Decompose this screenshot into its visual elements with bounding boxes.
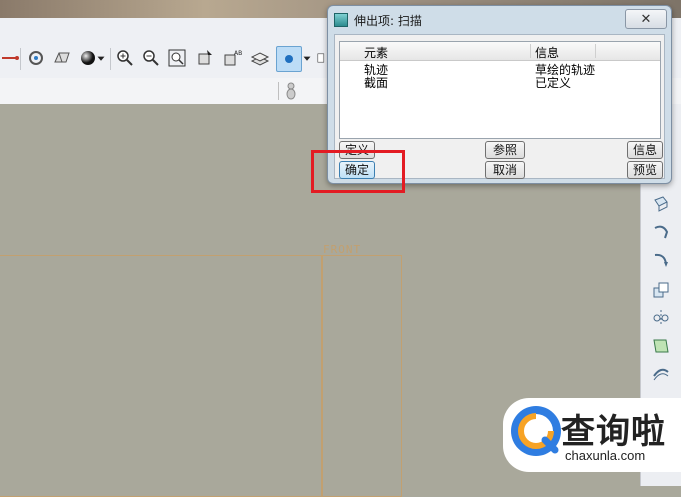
ok-highlight-box — [311, 150, 405, 193]
cancel-button[interactable]: 取消 — [485, 161, 525, 179]
table-row[interactable]: 截面 已定义 — [340, 77, 660, 90]
sweep-icon[interactable] — [649, 248, 673, 272]
app-icon — [334, 13, 348, 27]
preview-button[interactable]: 预览 — [627, 161, 663, 179]
watermark-text: 查询啦 — [561, 412, 666, 452]
blend-icon[interactable] — [649, 278, 673, 302]
refs-button[interactable]: 参照 — [485, 141, 525, 159]
toolbar-divider — [110, 48, 111, 70]
column-header-element: 元素 — [364, 46, 389, 60]
watermark: 查询啦 chaxunla.com — [503, 398, 681, 472]
figure-icon[interactable] — [284, 81, 298, 101]
table-row[interactable]: 轨迹 草绘的轨迹 — [340, 64, 660, 77]
mirror-icon[interactable] — [649, 306, 673, 330]
revolve-icon[interactable] — [649, 220, 673, 244]
toolbar-divider — [20, 48, 21, 70]
table-header: 元素 信息 — [340, 42, 660, 61]
draft-icon[interactable] — [649, 334, 673, 358]
shell-icon[interactable] — [649, 362, 673, 386]
extrude-icon[interactable] — [649, 192, 673, 216]
plane-label: FRONT — [323, 243, 362, 256]
column-header-info: 信息 — [535, 46, 560, 60]
datum-cursor-icon[interactable] — [193, 46, 217, 70]
layer-icon[interactable] — [248, 46, 272, 70]
hat-icon[interactable] — [50, 46, 74, 70]
element-table: 元素 信息 轨迹 草绘的轨迹 截面 已定义 — [339, 41, 661, 139]
column-divider — [595, 44, 596, 58]
datum-plane-left — [0, 255, 322, 497]
zoom-fit-icon[interactable] — [165, 46, 189, 70]
datum-plane-front — [322, 255, 402, 497]
close-button[interactable]: ✕ — [625, 9, 667, 29]
watermark-url: chaxunla.com — [565, 448, 646, 463]
close-icon: ✕ — [640, 11, 652, 27]
column-divider — [530, 44, 531, 58]
display-style-icon[interactable] — [276, 46, 302, 72]
gear-icon[interactable] — [24, 46, 48, 70]
toolbar-divider — [278, 82, 279, 100]
row-element: 截面 — [364, 76, 389, 90]
chevron-down-icon[interactable] — [94, 46, 108, 70]
svg-text:AB: AB — [234, 50, 242, 57]
row-info: 已定义 — [535, 76, 572, 90]
chevron-down-icon[interactable] — [300, 46, 314, 70]
datum-axis-icon[interactable]: AB — [220, 46, 244, 70]
zoom-in-icon[interactable] — [113, 46, 137, 70]
dialog-title: 伸出项: 扫描 — [354, 13, 422, 28]
dialog-titlebar: 伸出项: 扫描 — [334, 11, 422, 29]
info-button[interactable]: 信息 — [627, 141, 663, 159]
zoom-out-icon[interactable] — [139, 46, 163, 70]
search-logo-icon — [511, 406, 561, 456]
